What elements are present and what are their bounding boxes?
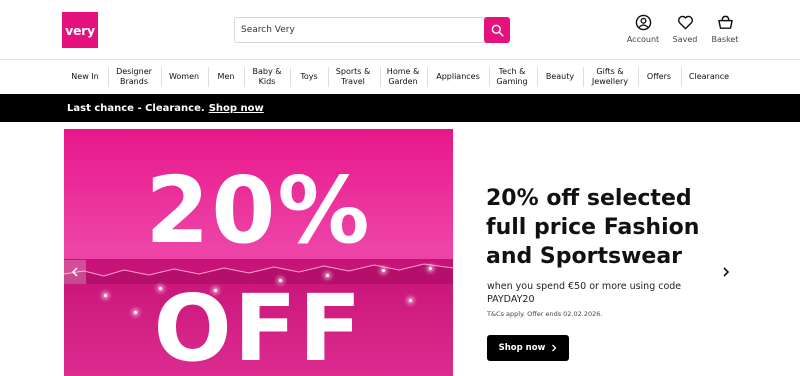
promo-text: Last chance - Clearance.	[67, 102, 205, 114]
hero-terms: T&Cs apply. Offer ends 02.02.2026.	[487, 310, 603, 318]
saved-link[interactable]: Saved	[665, 14, 705, 44]
chevron-right-icon	[552, 344, 557, 352]
nav-divider	[427, 67, 428, 87]
nav-divider	[489, 67, 490, 87]
nav-divider	[244, 67, 245, 87]
nav-divider	[108, 67, 109, 87]
search-button[interactable]	[484, 17, 510, 43]
nav-divider	[537, 67, 538, 87]
heart-icon	[677, 15, 693, 30]
sparkle	[134, 311, 137, 314]
account-icon	[635, 14, 651, 31]
nav-divider	[583, 67, 584, 87]
shop-now-button[interactable]: Shop now	[487, 335, 569, 361]
hero-image-headline-20: 20%	[145, 157, 372, 264]
nav-item-sports-travel[interactable]: Sports & Travel	[331, 66, 375, 88]
sparkle	[279, 279, 282, 282]
nav-divider	[681, 67, 682, 87]
nav-item-beauty[interactable]: Beauty	[540, 66, 580, 88]
search-input[interactable]	[235, 18, 485, 42]
carousel-prev-button[interactable]	[64, 260, 86, 284]
nav-item-appliances[interactable]: Appliances	[431, 66, 485, 88]
sparkle	[104, 294, 107, 297]
sparkle	[382, 269, 385, 272]
saved-label: Saved	[672, 35, 698, 44]
search-icon	[491, 24, 504, 37]
basket-label: Basket	[711, 35, 739, 44]
promo-shop-now-link[interactable]: Shop now	[209, 103, 264, 114]
search-box	[234, 17, 510, 43]
chevron-left-icon	[71, 267, 78, 277]
sparkle	[254, 304, 257, 307]
nav-divider	[380, 67, 381, 87]
account-label: Account	[626, 35, 660, 44]
nav-item-men[interactable]: Men	[211, 66, 241, 88]
site-header: very Account Saved Basket	[0, 0, 800, 60]
nav-divider	[638, 67, 639, 87]
nav-item-clearance[interactable]: Clearance	[684, 66, 734, 88]
basket-link[interactable]: Basket	[705, 14, 745, 44]
sparkle	[214, 289, 217, 292]
hero-image-headline-off: OFF	[153, 275, 364, 376]
chevron-right-icon	[723, 267, 730, 277]
nav-divider	[328, 67, 329, 87]
nav-divider	[208, 67, 209, 87]
hero-subtitle: when you spend €50 or more using code PA…	[487, 281, 682, 305]
nav-item-women[interactable]: Women	[164, 66, 204, 88]
sparkle	[159, 287, 162, 290]
category-nav: New In Designer Brands Women Men Baby & …	[0, 60, 800, 94]
nav-divider	[161, 67, 162, 87]
nav-item-new-in[interactable]: New In	[66, 66, 104, 88]
nav-item-gifts-jewellery[interactable]: Gifts & Jewellery	[586, 66, 634, 88]
shop-now-label: Shop now	[498, 343, 546, 353]
hero-image[interactable]: 20% OFF	[64, 129, 453, 376]
hero-title: 20% off selected full price Fashion and …	[486, 186, 700, 269]
sparkle	[429, 267, 432, 270]
very-logo[interactable]: very	[62, 12, 98, 48]
nav-item-home-garden[interactable]: Home & Garden	[383, 66, 423, 88]
nav-divider	[290, 67, 291, 87]
nav-item-designer-brands[interactable]: Designer Brands	[110, 66, 158, 88]
basket-icon	[717, 15, 733, 29]
nav-item-offers[interactable]: Offers	[641, 66, 677, 88]
nav-item-baby-kids[interactable]: Baby & Kids	[247, 66, 287, 88]
account-link[interactable]: Account	[623, 14, 663, 44]
promo-banner: Last chance - Clearance. Shop now	[0, 94, 800, 122]
nav-item-toys[interactable]: Toys	[293, 66, 325, 88]
nav-item-tech-gaming[interactable]: Tech & Gaming	[491, 66, 533, 88]
sparkle	[326, 274, 329, 277]
carousel-next-button[interactable]	[718, 262, 734, 282]
sparkle	[409, 299, 412, 302]
logo-text: very	[65, 22, 95, 38]
